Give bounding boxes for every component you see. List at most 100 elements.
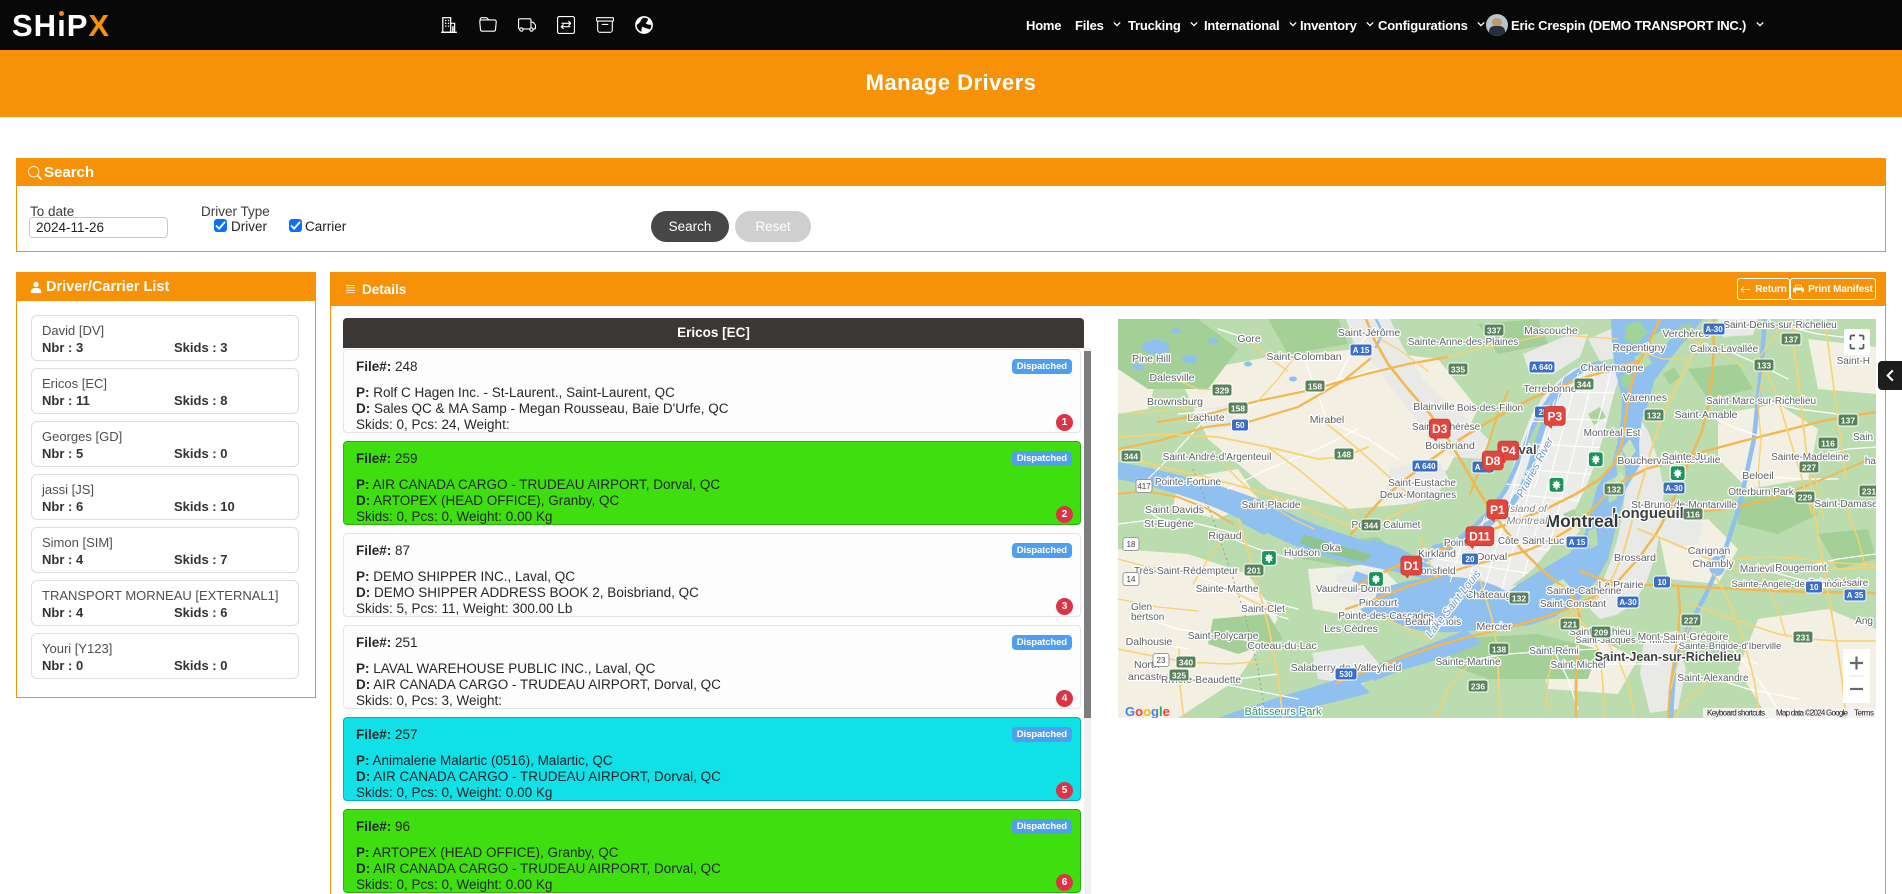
svg-text:335: 335 [1451,364,1465,374]
svg-text:10: 10 [1658,578,1667,587]
svg-text:337: 337 [1487,325,1501,335]
svg-text:Terms: Terms [1854,709,1874,718]
svg-text:Ang: Ang [1855,616,1873,627]
svg-text:Pointe-Fortune: Pointe-Fortune [1155,477,1222,488]
svg-text:14: 14 [1127,575,1136,584]
svg-text:417: 417 [1137,482,1151,491]
svg-text:Island of: Island of [1507,503,1548,515]
svg-text:Saint-Colomban: Saint-Colomban [1266,351,1341,363]
svg-text:Varennes: Varennes [1623,392,1667,404]
svg-text:231: 231 [1862,486,1876,496]
svg-text:Saint-Marc-sur-Richelieu: Saint-Marc-sur-Richelieu [1706,396,1816,407]
svg-text:Sainte-Angèle-de-Monnoir: Sainte-Angèle-de-Monnoir [1732,579,1843,590]
svg-text:Dalhousie: Dalhousie [1126,636,1173,648]
svg-text:Saint-Alexandre: Saint-Alexandre [1677,673,1749,684]
svg-text:Saint-Rémi: Saint-Rémi [1529,646,1578,657]
svg-text:Dalesville: Dalesville [1150,372,1195,384]
svg-text:Chambly: Chambly [1692,558,1734,570]
svg-text:Sainte-Marthe: Sainte-Marthe [1196,584,1259,595]
svg-text:Côte Saint-Luc: Côte Saint-Luc [1498,536,1564,547]
svg-text:Saint-Constant: Saint-Constant [1540,599,1606,610]
svg-text:158: 158 [1231,403,1245,413]
svg-text:Bâtisseurs Park: Bâtisseurs Park [1244,706,1322,718]
svg-text:Montreal: Montreal [1546,511,1619,531]
svg-text:Saint-H: Saint-H [1837,356,1870,367]
svg-text:344: 344 [1364,520,1378,530]
svg-text:227: 227 [1802,462,1816,472]
svg-text:Deux-Montagnes: Deux-Montagnes [1380,490,1456,501]
svg-text:A 15: A 15 [1353,346,1370,355]
svg-text:Repentigny: Repentigny [1612,342,1666,354]
svg-text:ha: ha [1865,456,1876,467]
svg-text:201: 201 [1247,565,1261,575]
svg-text:Keyboard shortcuts: Keyboard shortcuts [1707,709,1765,718]
svg-text:Rougemont: Rougemont [1775,563,1827,574]
svg-text:Mercier: Mercier [1476,621,1512,633]
svg-text:Brownsburg: Brownsburg [1147,396,1203,408]
svg-text:227: 227 [1684,615,1698,625]
svg-text:325: 325 [1172,670,1186,680]
svg-text:344: 344 [1577,379,1591,389]
svg-text:Terrebonne: Terrebonne [1523,383,1576,395]
svg-text:Montreal: Montreal [1507,515,1549,527]
svg-text:Calixa-Lavallée: Calixa-Lavallée [1690,344,1759,355]
svg-text:Saint-Clet: Saint-Clet [1241,604,1285,615]
svg-text:133: 133 [1757,360,1771,370]
svg-text:Google: Google [1125,704,1170,718]
svg-text:Montréal-Est: Montréal-Est [1584,428,1641,439]
svg-text:P1: P1 [1490,503,1505,517]
svg-text:Otterburn Park: Otterburn Park [1728,487,1795,498]
svg-text:18: 18 [1127,540,1136,549]
svg-text:Beloeil: Beloeil [1742,470,1774,482]
svg-text:50: 50 [1236,421,1245,430]
svg-text:Sainte-Martine: Sainte-Martine [1435,657,1500,668]
svg-text:Kirkland: Kirkland [1418,548,1456,560]
svg-text:329: 329 [1215,385,1229,395]
svg-text:Saint-André-d'Argenteuil: Saint-André-d'Argenteuil [1163,452,1272,463]
svg-text:10: 10 [1810,583,1819,592]
svg-text:A 640: A 640 [1414,462,1436,471]
svg-text:A-30: A-30 [1705,325,1723,334]
svg-text:340: 340 [1179,657,1193,667]
svg-text:D8: D8 [1485,454,1501,468]
svg-text:Sainte-Anne-des-Plaines: Sainte-Anne-des-Plaines [1408,337,1519,348]
svg-text:Charlemagne: Charlemagne [1580,362,1643,374]
svg-text:Blainville: Blainville [1413,401,1455,413]
svg-text:A 640: A 640 [1531,363,1553,372]
svg-text:Hudson: Hudson [1284,547,1320,559]
svg-text:236: 236 [1471,681,1485,691]
svg-text:20: 20 [1466,555,1475,564]
svg-text:A 35: A 35 [1847,591,1864,600]
svg-text:Coteau-du-Lac: Coteau-du-Lac [1247,640,1316,652]
svg-text:Mirabel: Mirabel [1310,414,1344,426]
svg-text:Saint-Jérôme: Saint-Jérôme [1338,327,1401,339]
svg-text:Saint-Placide: Saint-Placide [1242,500,1301,511]
svg-text:Saint-Amable: Saint-Amable [1674,409,1737,421]
svg-text:Boisbriand: Boisbriand [1425,440,1475,452]
svg-text:Longueuil: Longueuil [1612,505,1684,522]
svg-text:Rigaud: Rigaud [1208,530,1241,542]
svg-text:Gore: Gore [1237,333,1261,345]
svg-text:231: 231 [1796,632,1810,642]
svg-text:P3: P3 [1547,409,1562,423]
svg-text:St-Eugène: St-Eugène [1144,518,1194,530]
svg-text:Saint-Michel: Saint-Michel [1550,660,1605,671]
svg-text:D3: D3 [1432,422,1448,436]
svg-text:116: 116 [1686,509,1700,519]
svg-text:Dorval: Dorval [1477,551,1507,563]
svg-text:138: 138 [1492,644,1506,654]
svg-text:Oka: Oka [1321,542,1340,554]
svg-text:132: 132 [1607,484,1621,494]
svg-text:132: 132 [1647,410,1661,420]
svg-text:A-30: A-30 [1619,598,1637,607]
svg-text:Pincourt: Pincourt [1359,597,1398,609]
svg-text:Saint-Damase: Saint-Damase [1814,499,1876,510]
svg-text:Brossard: Brossard [1614,552,1656,564]
svg-text:Saint-Jean-sur-Richelieu: Saint-Jean-sur-Richelieu [1595,650,1742,664]
svg-text:Map data ©2024 Google: Map data ©2024 Google [1776,709,1849,718]
svg-text:158: 158 [1308,381,1322,391]
svg-text:Lachute: Lachute [1187,412,1225,424]
svg-text:bertson: bertson [1131,612,1164,623]
svg-text:Bois-des-Filion: Bois-des-Filion [1457,403,1523,414]
svg-text:Sainte-Catherine: Sainte-Catherine [1546,586,1621,597]
